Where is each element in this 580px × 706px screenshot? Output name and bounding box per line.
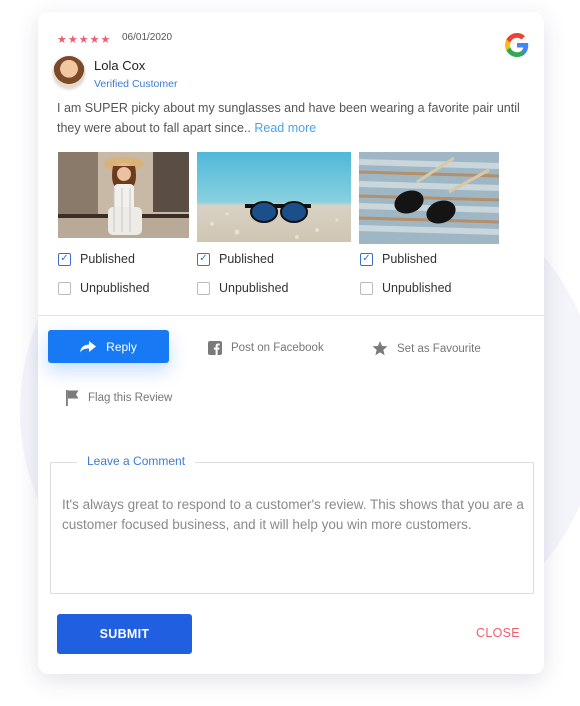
- sunglasses-wood-photo[interactable]: [359, 152, 499, 244]
- review-text-block: I am SUPER picky about my sunglasses and…: [57, 98, 527, 138]
- checkbox-empty-icon[interactable]: [360, 281, 373, 295]
- flag-review-button[interactable]: Flag this Review: [66, 390, 172, 406]
- unpublished-label: Unpublished: [80, 281, 150, 295]
- review-card: ★★★★★ 06/01/2020 Lola Cox Verified Custo…: [38, 12, 544, 674]
- facebook-icon: [208, 341, 222, 355]
- read-more-link[interactable]: Read more: [254, 121, 316, 135]
- author-name: Lola Cox: [94, 58, 146, 73]
- post-facebook-button[interactable]: Post on Facebook: [208, 341, 324, 355]
- reply-label: Reply: [106, 339, 137, 354]
- checkbox-checked-icon[interactable]: ✓: [58, 252, 71, 266]
- reply-button[interactable]: Reply: [48, 330, 169, 363]
- photo-3-unpublished[interactable]: Unpublished: [360, 281, 452, 295]
- published-label: Published: [219, 252, 274, 266]
- review-date: 06/01/2020: [122, 32, 173, 43]
- reply-arrow-icon: [80, 340, 97, 352]
- sunglasses-beach-photo[interactable]: [197, 152, 351, 242]
- checkbox-empty-icon[interactable]: [197, 281, 210, 295]
- star-icon: [372, 341, 388, 356]
- google-icon: [505, 33, 529, 57]
- comment-legend: Leave a Comment: [77, 454, 196, 468]
- avatar: [53, 56, 85, 88]
- divider: [38, 315, 544, 316]
- photo-2-published[interactable]: ✓ Published: [197, 252, 274, 266]
- photo-1-unpublished[interactable]: Unpublished: [58, 281, 150, 295]
- set-favourite-button[interactable]: Set as Favourite: [372, 341, 481, 356]
- published-label: Published: [382, 252, 437, 266]
- submit-button[interactable]: SUBMIT: [57, 614, 192, 654]
- close-button[interactable]: CLOSE: [476, 626, 520, 640]
- comment-box: Leave a Comment It's always great to res…: [50, 454, 534, 594]
- photo-2-unpublished[interactable]: Unpublished: [197, 281, 289, 295]
- comment-textarea[interactable]: It's always great to respond to a custom…: [62, 495, 524, 565]
- post-facebook-label: Post on Facebook: [231, 342, 324, 354]
- photo-1-published[interactable]: ✓ Published: [58, 252, 135, 266]
- unpublished-label: Unpublished: [382, 281, 452, 295]
- set-favourite-label: Set as Favourite: [397, 342, 481, 355]
- woman-photo[interactable]: [58, 152, 189, 238]
- checkbox-empty-icon[interactable]: [58, 281, 71, 295]
- star-rating: ★★★★★: [57, 34, 112, 46]
- flag-icon: [66, 390, 79, 406]
- verified-badge: Verified Customer: [94, 78, 178, 90]
- unpublished-label: Unpublished: [219, 281, 289, 295]
- checkbox-checked-icon[interactable]: ✓: [360, 252, 373, 266]
- photo-3-published[interactable]: ✓ Published: [360, 252, 437, 266]
- checkbox-checked-icon[interactable]: ✓: [197, 252, 210, 266]
- published-label: Published: [80, 252, 135, 266]
- flag-review-label: Flag this Review: [88, 392, 173, 404]
